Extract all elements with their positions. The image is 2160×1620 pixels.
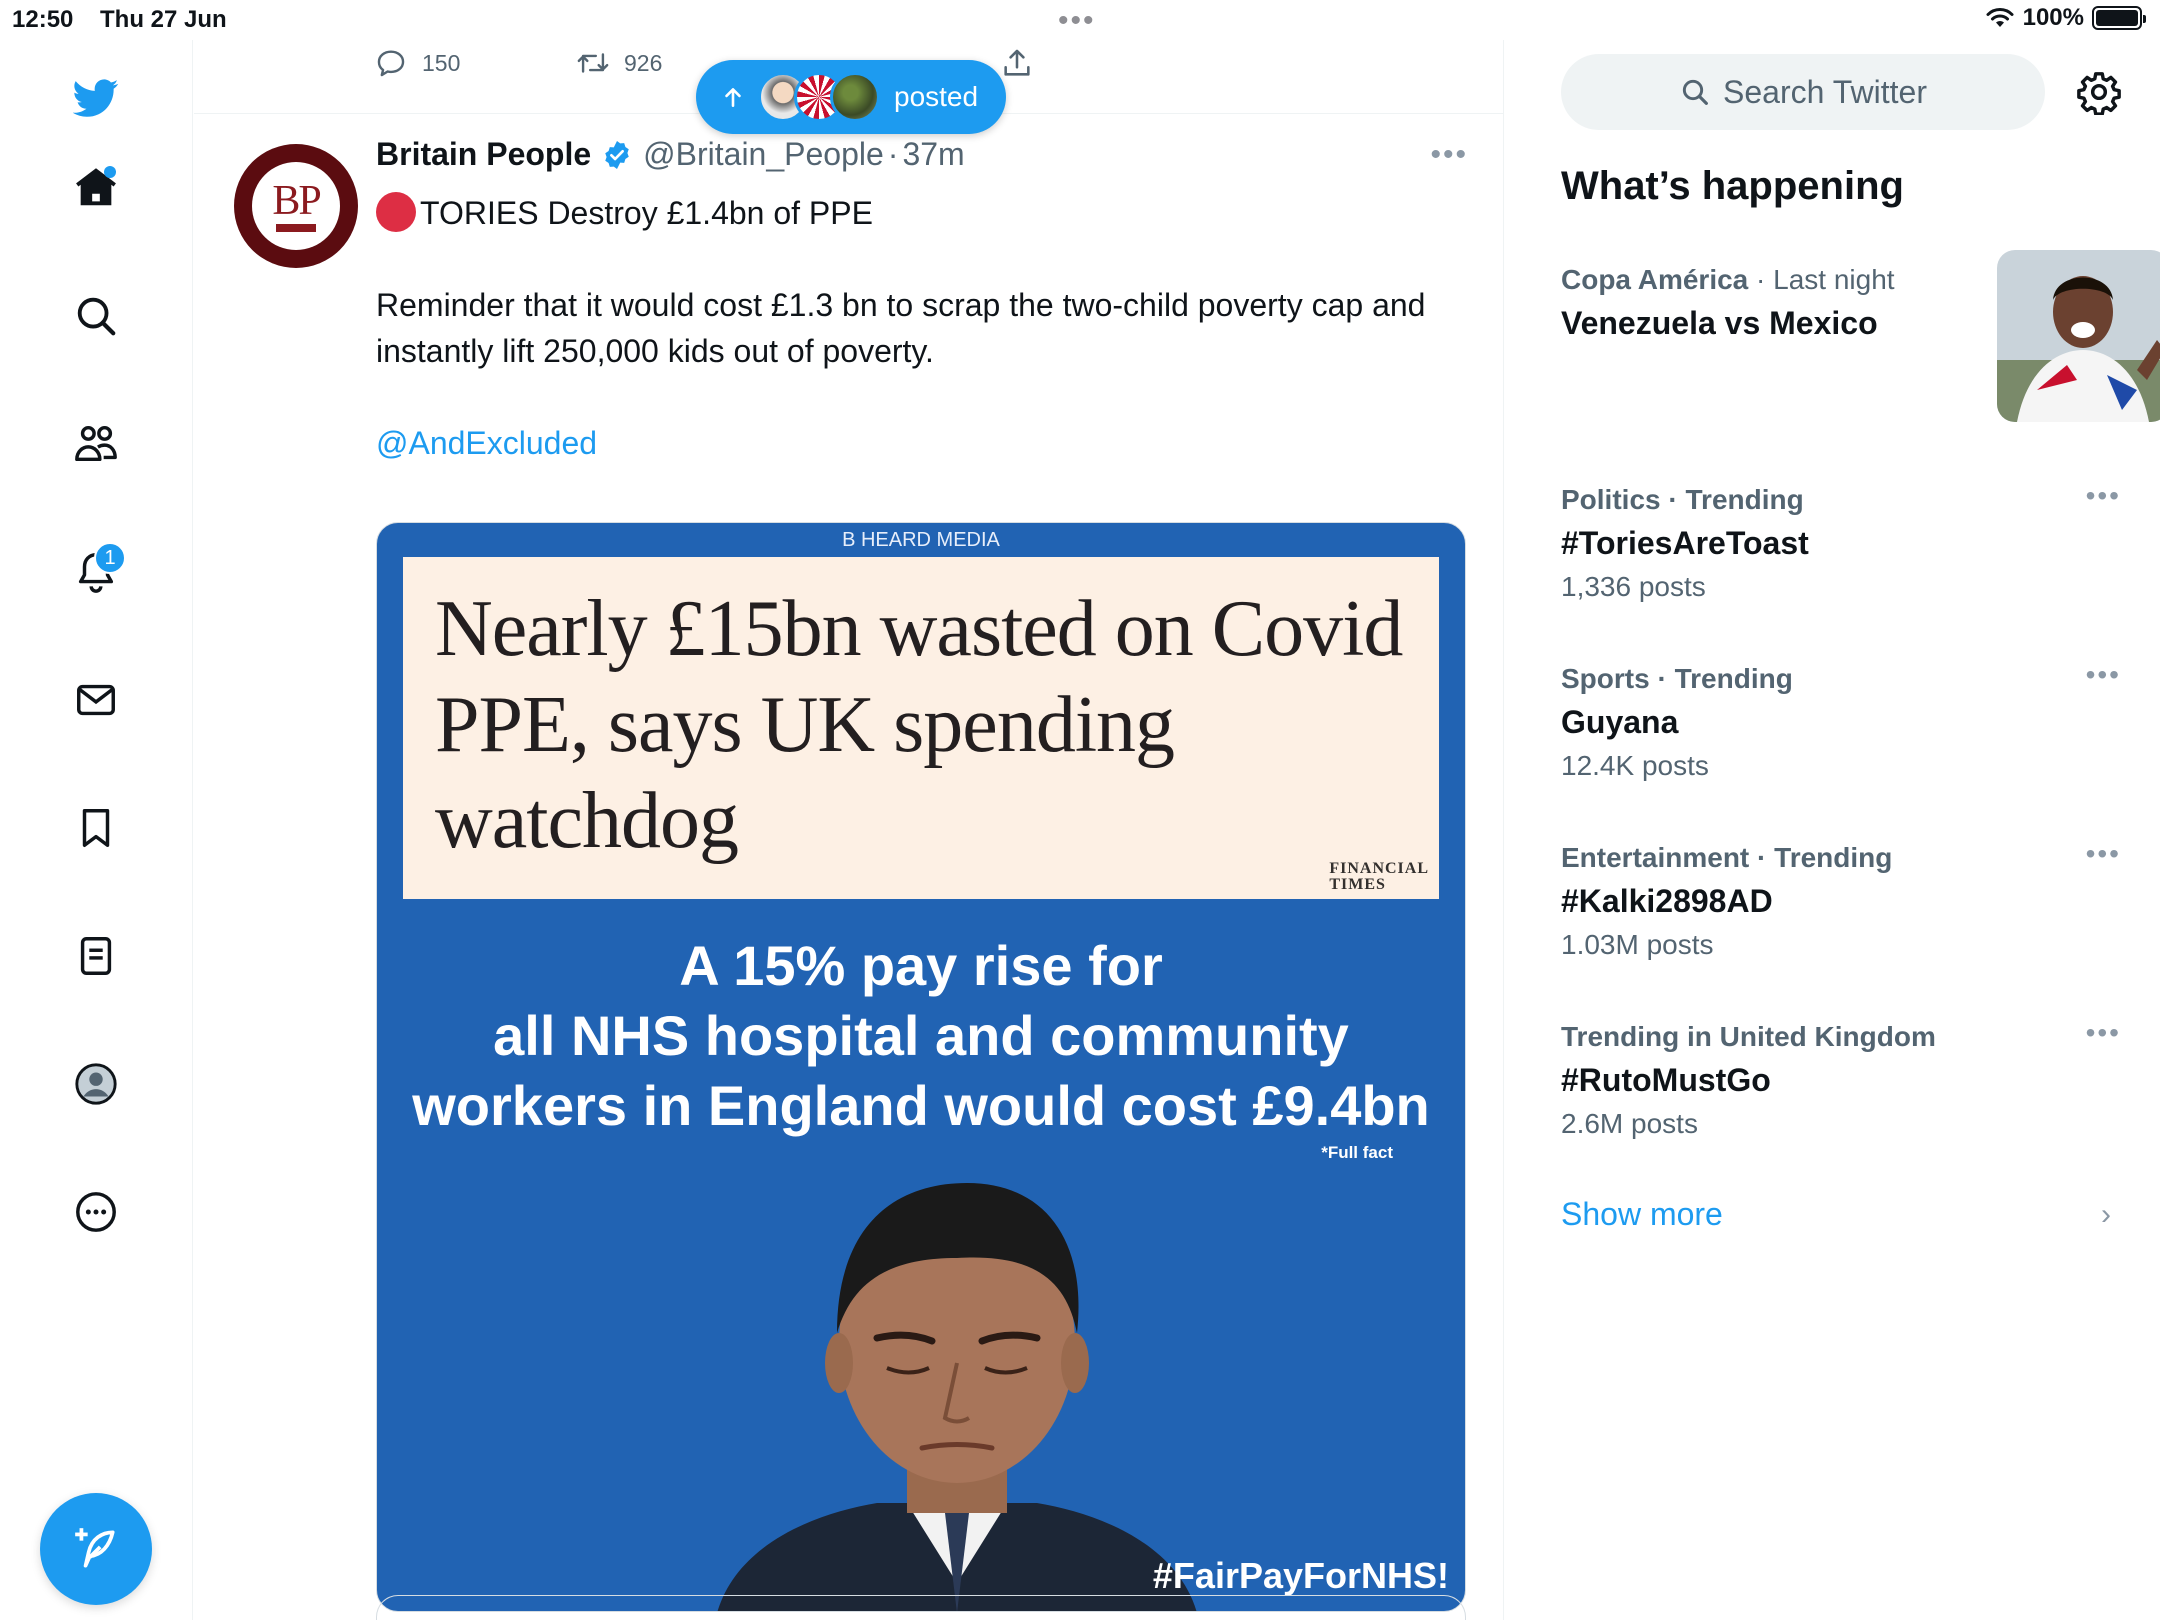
twitter-bird-icon[interactable] — [60, 62, 132, 134]
share-button[interactable] — [1000, 46, 1034, 80]
author-handle[interactable]: @Britain_People — [643, 136, 884, 173]
new-posts-pill[interactable]: posted — [696, 60, 1006, 134]
battery-icon — [2092, 6, 2146, 30]
trend-count: 1.03M posts — [1561, 929, 1714, 960]
feather-plus-icon — [75, 1528, 115, 1568]
verified-badge-icon — [605, 140, 629, 169]
image-hashtag: #FairPayForNHS! — [1152, 1555, 1449, 1596]
whats-happening-title: What’s happening — [1561, 164, 1904, 208]
trend-time: Last night — [1773, 264, 1895, 295]
multitasking-dots-icon[interactable]: ••• — [1058, 4, 1096, 38]
trend-item[interactable]: Sports · Trending Guyana 12.4K posts ••• — [1561, 659, 2121, 787]
ft-headline-box: Nearly £15bn wasted on Covid PPE, says U… — [403, 557, 1439, 899]
gear-icon — [2077, 72, 2121, 115]
trend-meta: Entertainment · Trending — [1561, 842, 1893, 873]
trend-name: #ToriesAreToast — [1561, 525, 1809, 561]
tweet-line-2: Reminder that it would cost £1.3 bn to s… — [376, 287, 1426, 369]
notification-count-badge: 1 — [94, 542, 126, 574]
reply-count: 150 — [422, 49, 461, 76]
trend-name: Guyana — [1561, 704, 1679, 740]
avatar[interactable]: BP — [234, 144, 358, 268]
search-icon — [1682, 79, 1708, 105]
trend-item[interactable]: Trending in United Kingdom #RutoMustGo 2… — [1561, 1017, 2121, 1145]
ft-headline: Nearly £15bn wasted on Covid PPE, says U… — [435, 585, 1403, 865]
trend-count: 12.4K posts — [1561, 750, 1709, 781]
bookmarks-icon[interactable] — [60, 792, 132, 864]
settings-button[interactable] — [2073, 66, 2125, 118]
notifications-icon[interactable]: 1 — [60, 536, 132, 608]
trend-more-icon[interactable]: ••• — [2086, 480, 2121, 512]
show-more-link[interactable]: Show more › — [1561, 1196, 2121, 1233]
profile-icon[interactable] — [60, 1048, 132, 1120]
bp-logo: BP — [252, 162, 340, 250]
battery-percent: 100% — [2022, 4, 2084, 31]
communities-icon[interactable] — [60, 408, 132, 480]
red-circle-emoji-icon — [376, 192, 416, 232]
share-icon — [1004, 49, 1030, 76]
tweet-more-icon[interactable]: ••• — [1430, 138, 1468, 172]
avatar-letters: BP — [272, 178, 321, 224]
politician-photo — [717, 1183, 1197, 1611]
home-icon[interactable] — [60, 152, 132, 224]
left-nav: 1 — [0, 40, 193, 1620]
trend-count: 1,336 posts — [1561, 571, 1706, 602]
image-source-label: B HEARD MEDIA — [842, 529, 1000, 551]
right-sidebar: Search Twitter What’s happening Copa Amé… — [1505, 40, 2160, 1620]
avatar — [830, 72, 880, 122]
compose-tweet-button[interactable] — [40, 1493, 152, 1605]
separator: · — [887, 136, 899, 172]
tweet-text: TORIES Destroy £1.4bn of PPE Reminder th… — [376, 190, 1456, 512]
status-time: 12:50 — [12, 6, 74, 33]
author-name[interactable]: Britain People — [376, 136, 591, 173]
home-new-dot — [104, 166, 116, 178]
reply-icon — [377, 50, 405, 77]
trend-name: #RutoMustGo — [1561, 1062, 1771, 1098]
retweet-icon — [577, 53, 609, 73]
trend-count: 2.6M posts — [1561, 1108, 1698, 1139]
chevron-right-icon: › — [2101, 1198, 2111, 1231]
retweet-count: 926 — [624, 49, 663, 76]
ft-logo: FINANCIAL TIMES — [1329, 860, 1429, 893]
trend-name: #Kalki2898AD — [1561, 883, 1773, 919]
event-thumbnail — [1997, 250, 2160, 422]
pay-rise-text: A 15% pay rise for all NHS hospital and … — [377, 931, 1465, 1141]
pill-avatars — [758, 72, 880, 122]
more-icon[interactable] — [60, 1176, 132, 1248]
featured-event[interactable]: Copa América · Last night Venezuela vs M… — [1561, 250, 2160, 422]
search-icon[interactable] — [60, 280, 132, 352]
tweet-image[interactable]: B HEARD MEDIA Nearly £15bn wasted on Cov… — [376, 522, 1466, 1612]
status-bar: 12:50 Thu 27 Jun ••• 100% — [0, 0, 2160, 40]
tweet-header: Britain People @Britain_People · 37m — [376, 136, 965, 173]
full-fact-label: *Full fact — [1321, 1143, 1393, 1162]
posted-label: posted — [894, 81, 979, 112]
trend-meta: Politics · Trending — [1561, 484, 1804, 515]
retweet-button[interactable]: 926 — [576, 46, 662, 80]
search-placeholder: Search Twitter — [1723, 73, 1927, 110]
trend-more-icon[interactable]: ••• — [2086, 838, 2121, 870]
mention-link[interactable]: @AndExcluded — [376, 420, 1456, 466]
status-date: Thu 27 Jun — [100, 6, 227, 33]
trend-more-icon[interactable]: ••• — [2086, 659, 2121, 691]
arrow-up-icon — [725, 88, 741, 107]
trend-item[interactable]: Politics · Trending #ToriesAreToast 1,33… — [1561, 480, 2121, 608]
wifi-icon — [1986, 8, 2014, 27]
lists-icon[interactable] — [60, 920, 132, 992]
trend-more-icon[interactable]: ••• — [2086, 1017, 2121, 1049]
trend-meta: Trending in United Kingdom — [1561, 1021, 1936, 1052]
next-tweet-card[interactable] — [376, 1595, 1466, 1620]
pay-line-2: all NHS hospital and community — [493, 1004, 1349, 1067]
status-indicators: 100% — [1985, 4, 2146, 32]
trend-category: Copa América — [1561, 264, 1749, 295]
trend-item[interactable]: Entertainment · Trending #Kalki2898AD 1.… — [1561, 838, 2121, 966]
tweet-line-1: TORIES Destroy £1.4bn of PPE — [420, 195, 873, 231]
tweet-time[interactable]: 37m — [902, 136, 964, 173]
reply-button[interactable]: 150 — [374, 46, 460, 80]
timeline: 150 926 posted BP Britain People @Britai… — [194, 40, 1504, 1620]
show-more-label: Show more — [1561, 1196, 1723, 1232]
pay-line-1: A 15% pay rise for — [679, 934, 1163, 997]
messages-icon[interactable] — [60, 664, 132, 736]
search-input[interactable]: Search Twitter — [1561, 54, 2045, 130]
pay-line-3: workers in England would cost £9.4bn — [412, 1074, 1430, 1137]
trend-meta: Sports · Trending — [1561, 663, 1793, 694]
